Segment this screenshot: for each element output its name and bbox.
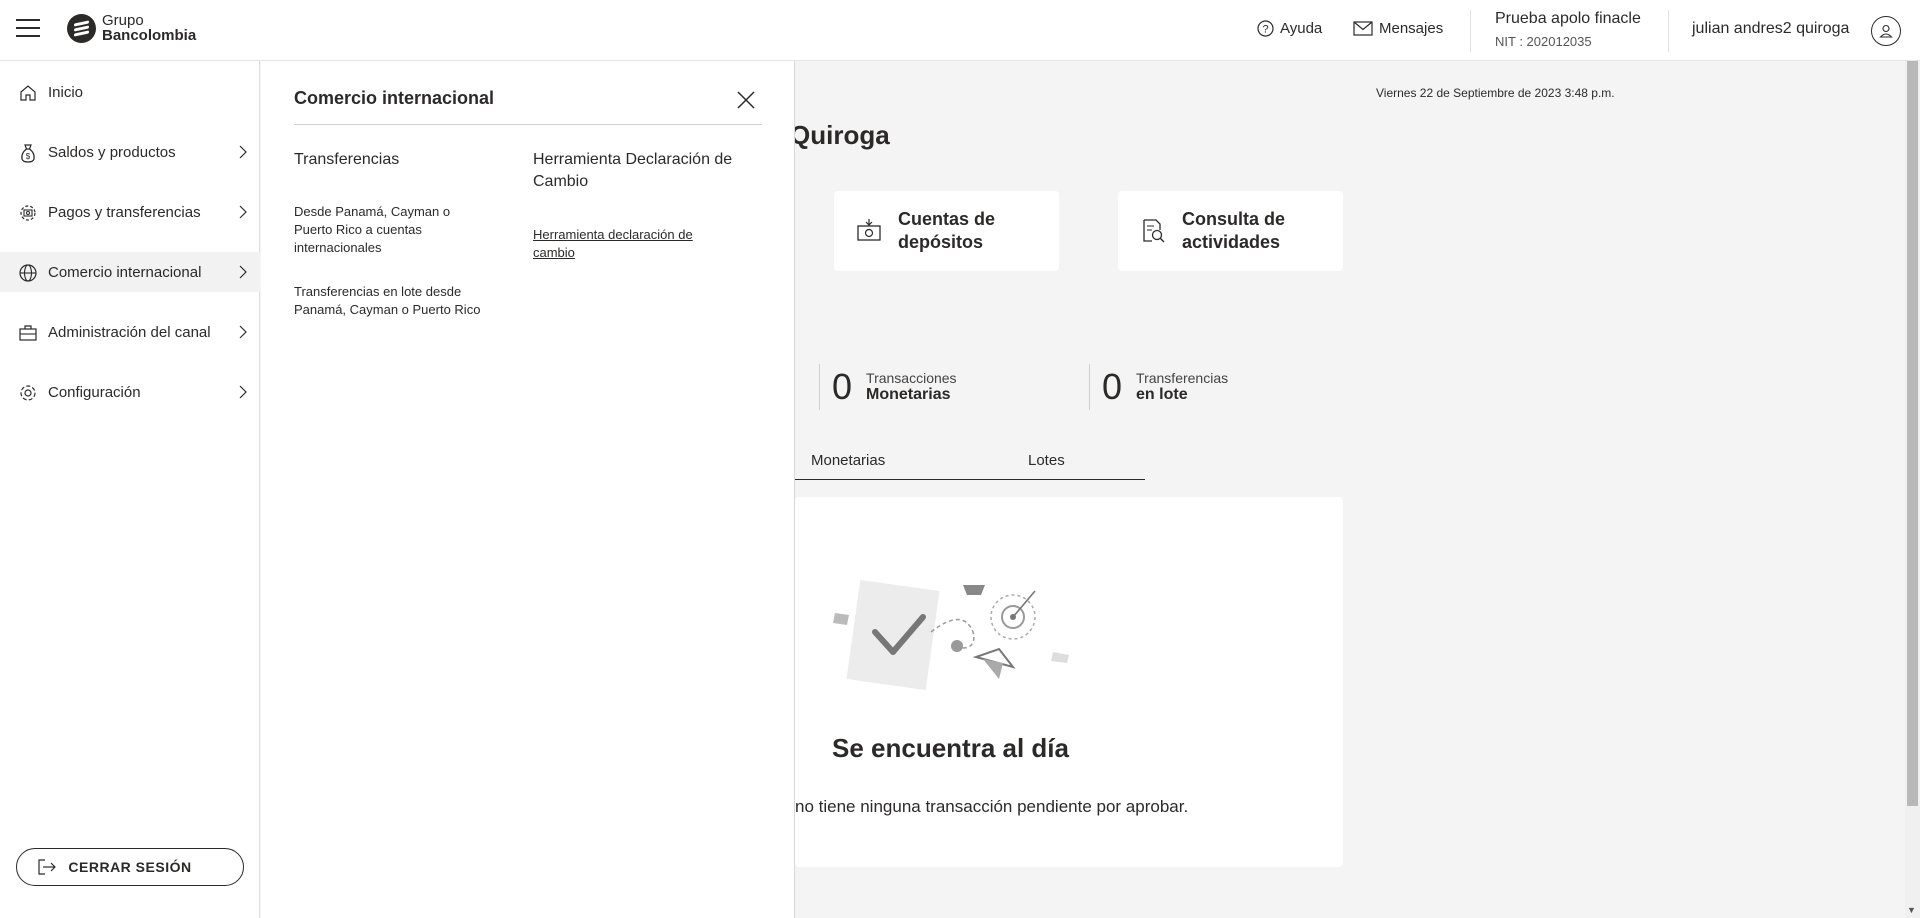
submenu-link-batch-transfers[interactable]: Transferencias en lote desde Panamá, Cay…	[294, 283, 494, 319]
sidebar-item-saldos[interactable]: $ Saldos y productos	[0, 132, 260, 172]
submenu-divider	[294, 124, 762, 125]
help-link[interactable]: ? Ayuda	[1257, 20, 1322, 37]
sidebar-item-label: Saldos y productos	[48, 143, 176, 161]
activity-query-card[interactable]: Consulta de actividades	[1118, 191, 1343, 271]
all-done-illustration	[813, 577, 1093, 702]
help-label: Ayuda	[1280, 20, 1323, 37]
chevron-right-icon	[238, 384, 248, 405]
tabs-underline	[795, 479, 1145, 480]
stat-batch-transfers[interactable]: 0 Transferencias en lote	[1089, 364, 1228, 410]
stat-label-line2: Monetarias	[866, 386, 951, 403]
scrollbar-thumb[interactable]	[1907, 61, 1918, 806]
stat-value: 0	[832, 366, 853, 407]
logout-button[interactable]: CERRAR SESIÓN	[16, 848, 244, 886]
stat-divider	[1089, 364, 1090, 410]
close-icon[interactable]	[735, 89, 757, 111]
user-name[interactable]: julian andres2 quiroga	[1692, 20, 1849, 38]
messages-link[interactable]: Mensajes	[1353, 20, 1443, 37]
sidebar-nav: Inicio $ Saldos y productos Pagos y tran…	[0, 61, 260, 918]
tab-monetarias[interactable]: Monetarias	[811, 452, 885, 469]
submenu-link-international-transfers[interactable]: Desde Panamá, Cayman o Puerto Rico a cue…	[294, 203, 464, 257]
tab-lotes[interactable]: Lotes	[1028, 452, 1065, 469]
logout-label: CERRAR SESIÓN	[68, 859, 192, 875]
scroll-down-arrow-icon[interactable]: ▼	[1907, 905, 1916, 915]
submenu-section-title: Transferencias	[294, 151, 400, 168]
messages-label: Mensajes	[1379, 20, 1444, 37]
panel-message: no tiene ninguna transacción pendiente p…	[795, 797, 1189, 816]
deposit-icon	[856, 218, 882, 244]
submenu-link-exchange-declaration[interactable]: Herramienta declaración de cambio	[533, 226, 713, 262]
sidebar-item-label: Administración del canal	[48, 323, 211, 341]
svg-text:?: ?	[1262, 24, 1268, 36]
submenu-comercio-internacional: Comercio internacional Transferencias De…	[261, 61, 795, 918]
brand-line1: Grupo	[102, 12, 144, 29]
stat-label-line1: Transferencias	[1136, 370, 1229, 386]
svg-text:$: $	[26, 152, 31, 161]
sidebar-item-label: Configuración	[48, 383, 141, 401]
stat-label-line2: en lote	[1136, 386, 1188, 403]
help-icon: ?	[1257, 20, 1274, 37]
header-divider	[1470, 10, 1471, 52]
sidebar-item-administracion[interactable]: Administración del canal	[0, 312, 260, 352]
sidebar-item-comercio[interactable]: Comercio internacional	[0, 252, 260, 292]
card-label: Consulta de actividades	[1182, 209, 1286, 252]
globe-icon	[18, 263, 38, 283]
submenu-section-title: Herramienta Declaración de Cambio	[533, 151, 733, 190]
sidebar-item-label: Pagos y transferencias	[48, 203, 201, 221]
card-label: Cuentas de depósitos	[898, 209, 996, 252]
sidebar-item-inicio[interactable]: Inicio	[0, 72, 260, 112]
activity-search-icon	[1140, 218, 1166, 244]
panel-title: Se encuentra al día	[832, 733, 1069, 763]
stat-value: 0	[1102, 366, 1123, 407]
briefcase-icon	[18, 323, 38, 343]
logout-icon	[37, 858, 57, 879]
stat-label-line1: Transacciones	[866, 370, 957, 386]
sidebar-item-pagos[interactable]: Pagos y transferencias	[0, 192, 260, 232]
current-date: Viernes 22 de Septiembre de 2023 3:48 p.…	[1376, 86, 1615, 100]
brand-line2: Bancolombia	[102, 27, 197, 44]
hamburger-menu-icon[interactable]	[16, 19, 40, 39]
submenu-title: Comercio internacional	[294, 88, 495, 108]
chevron-right-icon	[238, 204, 248, 225]
chevron-right-icon	[238, 264, 248, 285]
stat-monetary-transactions[interactable]: 0 Transacciones Monetarias	[819, 364, 957, 410]
company-name: Prueba apolo finacle	[1495, 10, 1641, 27]
pending-panel: Se encuentra al día no tiene ninguna tra…	[795, 497, 1343, 867]
chevron-right-icon	[238, 324, 248, 345]
gear-icon	[18, 383, 38, 403]
envelope-icon	[1353, 21, 1373, 36]
sidebar-item-label: Inicio	[48, 83, 84, 101]
chevron-right-icon	[238, 144, 248, 165]
sidebar-item-label: Comercio internacional	[48, 263, 202, 281]
home-icon	[18, 83, 38, 103]
bancolombia-logo[interactable]: Grupo Bancolombia	[67, 13, 196, 43]
bancolombia-logo-icon	[67, 13, 96, 43]
user-avatar-icon[interactable]	[1871, 16, 1901, 46]
stat-divider	[819, 364, 820, 410]
company-info[interactable]: Prueba apolo finacle NIT : 202012035	[1495, 10, 1641, 49]
greeting-title: Quiroga	[790, 120, 890, 150]
sidebar-item-configuracion[interactable]: Configuración	[0, 372, 260, 412]
money-bag-icon: $	[18, 143, 38, 163]
header-divider	[1668, 10, 1669, 52]
company-nit: NIT : 202012035	[1495, 34, 1592, 49]
deposit-accounts-card[interactable]: Cuentas de depósitos	[834, 191, 1059, 271]
top-header: Grupo Bancolombia ? Ayuda Mensajes Prueb…	[0, 0, 1920, 61]
payments-icon	[18, 203, 38, 223]
